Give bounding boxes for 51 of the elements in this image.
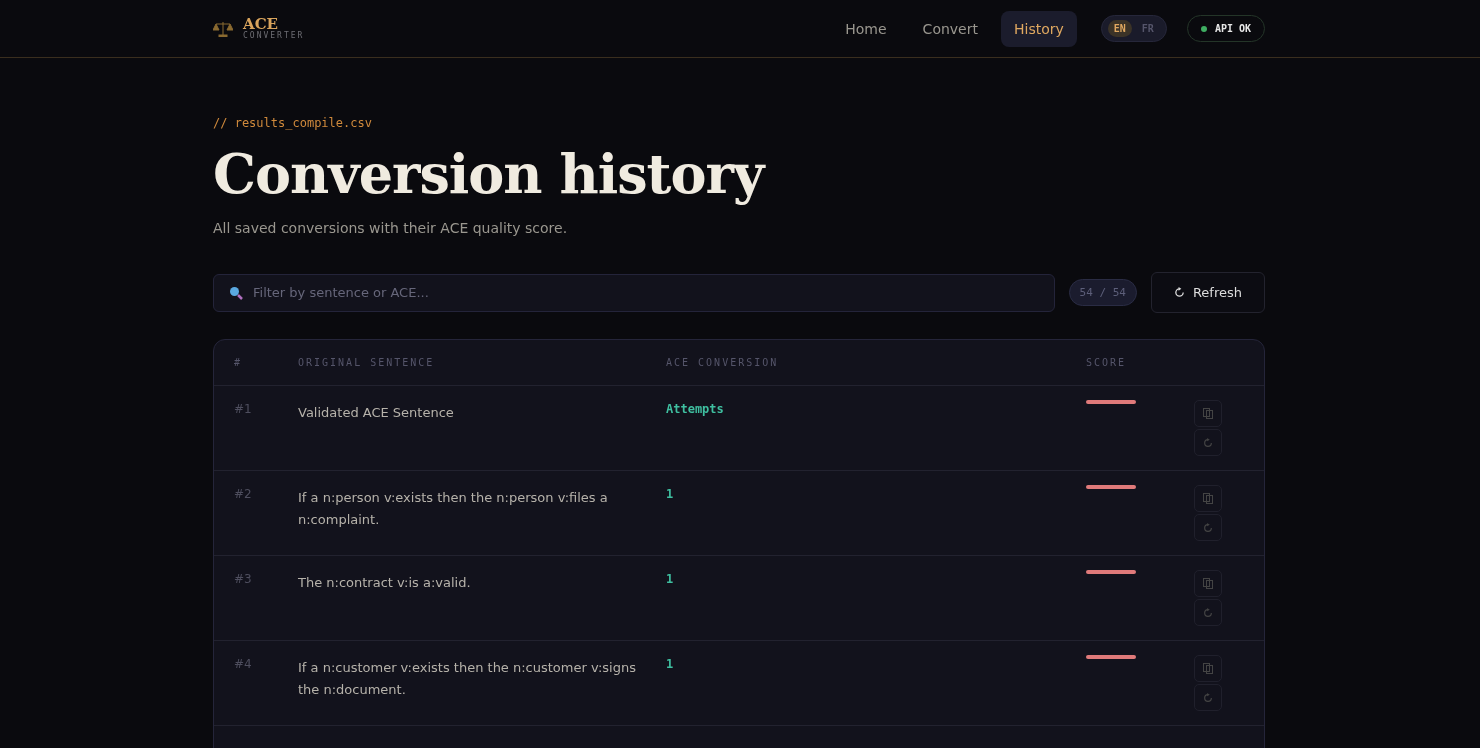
nav-link[interactable]: Convert	[909, 10, 991, 47]
retry-button[interactable]	[1194, 599, 1222, 626]
copy-button[interactable]	[1194, 655, 1222, 682]
brand-subtitle: CONVERTER	[243, 32, 305, 40]
score-bar	[1086, 570, 1136, 574]
retry-button[interactable]	[1194, 514, 1222, 541]
score-bar	[1086, 655, 1136, 659]
refresh-button[interactable]: Refresh	[1150, 272, 1265, 313]
search-field[interactable]: Filter by sentence or ACE...	[213, 273, 1055, 312]
row-index: #2	[234, 487, 253, 503]
ace-cell-text: 1	[666, 487, 675, 503]
copy-icon	[1203, 663, 1213, 674]
retry-button[interactable]	[1194, 684, 1222, 711]
copy-button[interactable]	[1194, 400, 1222, 427]
api-status-label: API OK	[1214, 23, 1251, 34]
sentence-cell-text: If a n:customer v:exists then the n:customer v:signs the n:document.	[298, 659, 637, 699]
retry-button[interactable]	[1194, 429, 1222, 456]
ace-cell-text: Attempts	[666, 402, 725, 418]
scales-icon	[213, 20, 233, 37]
column-header: ORIGINAL SENTENCE	[298, 357, 436, 368]
refresh-icon	[1203, 437, 1213, 448]
result-count: 54 / 54	[1068, 279, 1137, 306]
ace-cell-text: 1	[666, 572, 675, 588]
page-title: Conversion history	[213, 142, 767, 206]
ace-cell-text: 1	[666, 657, 675, 673]
sentence-cell-text: If a n:person v:exists then the n:person v:files a n:complaint.	[298, 489, 609, 529]
column-header: ACE CONVERSION	[666, 357, 780, 368]
copy-icon	[1203, 493, 1213, 504]
sentence-cell-text: Validated ACE Sentence	[298, 404, 455, 422]
sentence-cell-text: The n:contract v:is a:valid.	[298, 574, 472, 592]
score-bar	[1086, 400, 1136, 404]
copy-button[interactable]	[1194, 570, 1222, 597]
nav-link[interactable]: Home	[832, 10, 900, 47]
refresh-icon	[1203, 607, 1213, 618]
column-header: #	[234, 357, 244, 368]
language-option[interactable]: EN	[1107, 20, 1132, 37]
row-index: #4	[234, 657, 253, 673]
score-bar	[1086, 485, 1136, 489]
refresh-icon	[1203, 522, 1213, 533]
brand-title: ACE	[243, 17, 278, 32]
nav-link[interactable]: History	[1000, 10, 1077, 47]
copy-button[interactable]	[1194, 485, 1222, 512]
refresh-icon	[1173, 287, 1185, 298]
column-header: SCORE	[1086, 357, 1128, 368]
row-index: #1	[234, 402, 253, 418]
copy-icon	[1203, 408, 1213, 419]
refresh-icon	[1203, 692, 1213, 703]
row-index: #3	[234, 572, 253, 588]
copy-icon	[1203, 578, 1213, 589]
file-tag: // results_compile.csv	[213, 116, 1265, 130]
page-subtitle: All saved conversions with their ACE quality score.	[213, 220, 569, 236]
